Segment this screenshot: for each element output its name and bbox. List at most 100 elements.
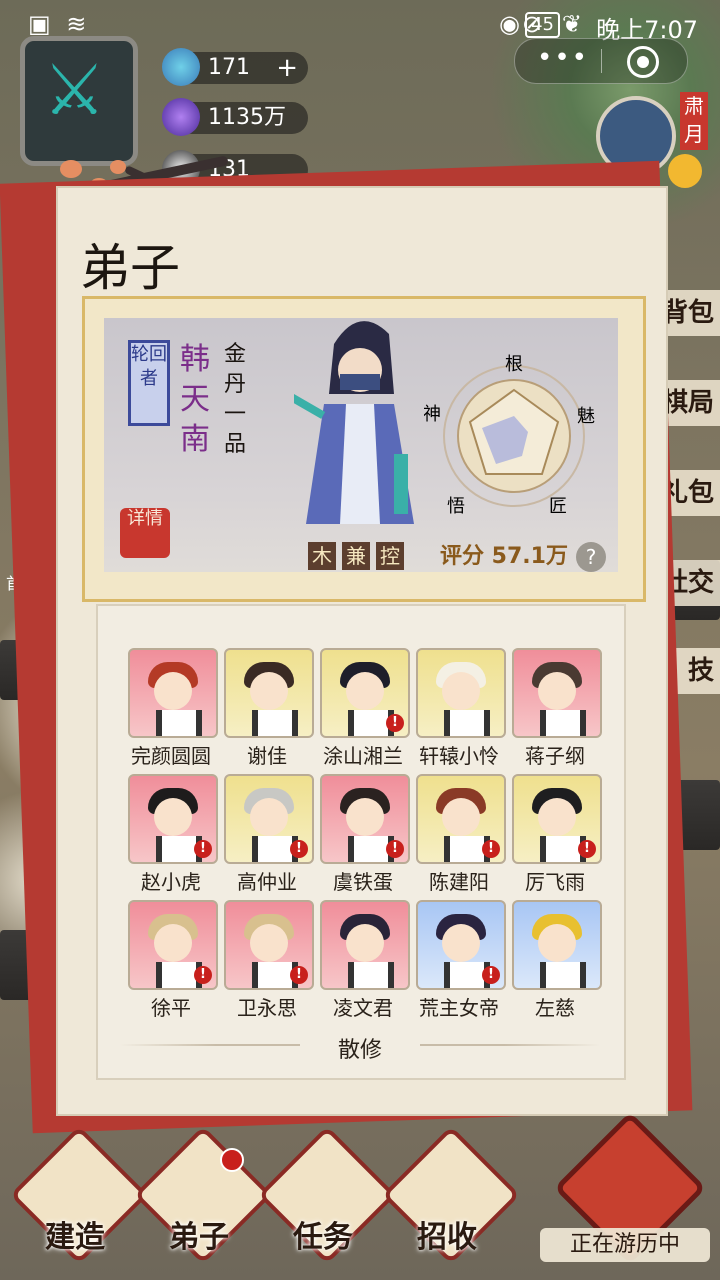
resource-value: 171 [208, 55, 250, 80]
nav-recruit-button[interactable]: 招收 [381, 1125, 521, 1265]
stat-label: 神 [424, 404, 441, 425]
disciple-robe [444, 710, 490, 736]
crystal-icon [162, 98, 200, 136]
disciple-card[interactable]: ! [224, 900, 314, 990]
disciple-card[interactable]: ! [416, 900, 506, 990]
disciple-card[interactable] [512, 648, 602, 738]
resource-spirit-stones[interactable]: 171 + [162, 48, 308, 86]
stat-label: 悟 [447, 496, 465, 516]
alert-badge-icon: ! [386, 714, 404, 732]
disciple-card[interactable]: ! [128, 900, 218, 990]
nav-disciples-button[interactable]: 弟子 [133, 1125, 273, 1265]
blossom [60, 160, 82, 178]
disciple-card[interactable]: ! [416, 774, 506, 864]
alert-badge-icon: ! [482, 966, 500, 984]
close-miniprogram-button[interactable] [627, 46, 659, 78]
disciple-card[interactable]: ! [512, 774, 602, 864]
sun-icon [668, 154, 702, 188]
disciple-face [250, 672, 288, 710]
wandering-cultivators-label[interactable]: 散修 [300, 1032, 420, 1064]
side-menu-label: 背包 [661, 298, 714, 328]
disciple-face [154, 924, 192, 962]
disciple-face [346, 798, 384, 836]
disciple-score: 评分 57.1万 [440, 544, 568, 569]
side-menu-label: 棋局 [661, 388, 714, 418]
nav-label: 建造 [45, 1220, 105, 1255]
alert-badge-icon: ! [194, 840, 212, 858]
disciple-robe [156, 710, 202, 736]
cultivation-level: 金丹一品 [224, 342, 247, 457]
stat-label: 根 [505, 354, 523, 375]
portrait-sword-sheath [394, 454, 408, 514]
element-tag: 木 [308, 542, 336, 570]
disciple-face [538, 924, 576, 962]
resource-value: 1135万 [208, 105, 286, 130]
alert-badge-icon: ! [578, 840, 596, 858]
disciple-face [250, 924, 288, 962]
disciple-face [250, 798, 288, 836]
travel-button[interactable]: 正在游历中 [540, 1111, 710, 1265]
disciple-name-label: 厉飞雨 [525, 870, 585, 894]
leaf-icon: ❦ [561, 10, 582, 38]
resource-crystals: 1135万 [162, 98, 308, 136]
disciple-card[interactable]: ! [320, 648, 410, 738]
disciple-card[interactable] [320, 900, 410, 990]
nav-label: 招收 [417, 1220, 477, 1255]
details-button[interactable]: 详情 [120, 508, 170, 558]
disciple-face [538, 672, 576, 710]
disciple-face [538, 798, 576, 836]
nav-label: 弟子 [169, 1220, 229, 1255]
side-menu-label: 技 [687, 656, 714, 686]
disciple-card[interactable] [416, 648, 506, 738]
disciple-face [154, 798, 192, 836]
miniprogram-capsule: ••• [514, 38, 688, 84]
alert-badge-icon: ! [482, 840, 500, 858]
help-icon[interactable]: ? [576, 542, 606, 572]
disciple-robe [540, 710, 586, 736]
spirit-stone-icon [162, 48, 200, 86]
element-tags: 木兼控 [308, 542, 410, 570]
disciple-name-label: 左慈 [535, 996, 575, 1020]
disciple-card[interactable] [128, 648, 218, 738]
disciple-face [442, 798, 480, 836]
element-tag: 控 [376, 542, 404, 570]
disciple-portrait[interactable] [294, 304, 424, 544]
disciple-name-label: 蒋子纲 [525, 744, 585, 768]
add-resource-button[interactable]: + [276, 52, 298, 84]
element-tag: 兼 [342, 542, 370, 570]
disciple-robe [540, 962, 586, 988]
panel-title: 弟子 [80, 239, 180, 297]
disciple-card[interactable]: ! [128, 774, 218, 864]
disciple-robe [348, 962, 394, 988]
more-menu-button[interactable]: ••• [537, 43, 589, 73]
sect-emblem-icon: ⚔ [43, 49, 106, 131]
alert-badge-icon: ! [386, 840, 404, 858]
alert-badge-icon: ! [290, 840, 308, 858]
disciple-face [442, 924, 480, 962]
disciple-name: 韩天南 [180, 342, 210, 457]
disciple-face [442, 672, 480, 710]
disciple-face [346, 672, 384, 710]
stat-label: 魅 [577, 406, 595, 427]
alert-badge-icon: ! [290, 966, 308, 984]
nav-build-button[interactable]: 建造 [9, 1125, 149, 1265]
notification-dot [220, 1148, 244, 1172]
attribute-radar-chart: 根 魅 匠 悟 神 [424, 354, 595, 516]
alert-badge-icon: ! [194, 966, 212, 984]
portrait-sword [294, 394, 326, 419]
signal-icon: ▣ ≋ [28, 10, 91, 38]
nav-tasks-button[interactable]: 任务 [257, 1125, 397, 1265]
month-badge: 肃月 [680, 92, 708, 150]
blossom [110, 160, 126, 174]
nav-label: 任务 [293, 1220, 353, 1255]
disciple-card[interactable]: ! [224, 774, 314, 864]
disciple-face [346, 924, 384, 962]
capsule-divider [601, 49, 602, 73]
travel-status-label: 正在游历中 [540, 1228, 710, 1262]
disciple-robe [252, 710, 298, 736]
player-avatar[interactable]: ⚔ [20, 36, 138, 166]
disciple-card[interactable]: ! [320, 774, 410, 864]
reincarnation-badge: 轮回者 [128, 340, 170, 426]
disciple-card[interactable] [512, 900, 602, 990]
disciple-card[interactable] [224, 648, 314, 738]
